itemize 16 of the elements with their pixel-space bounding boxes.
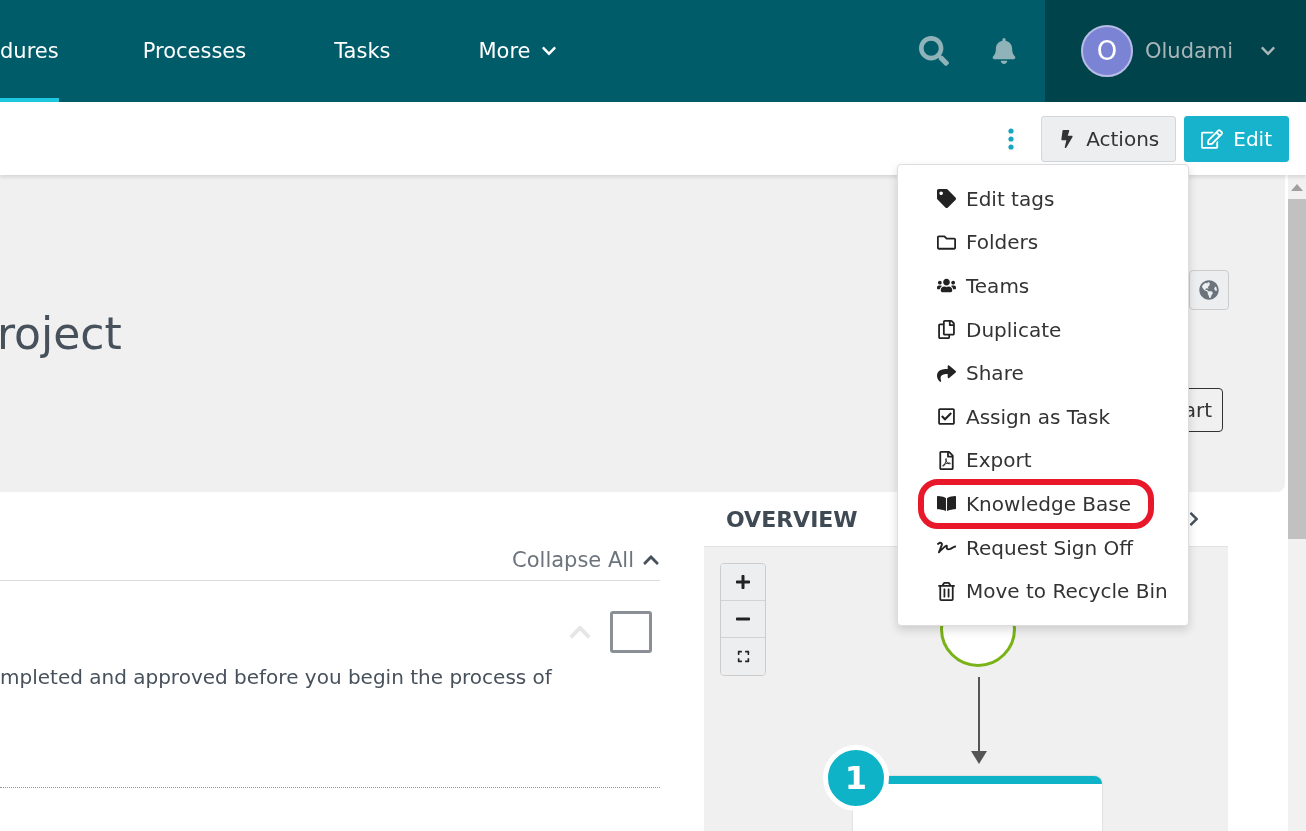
menu-item[interactable]: Edit tags: [898, 177, 1188, 221]
step-number-badge: 1: [823, 745, 889, 811]
page-title: roject: [0, 308, 122, 359]
menu-item[interactable]: Duplicate: [898, 307, 1188, 352]
overview-heading: OVERVIEW: [726, 506, 858, 532]
menu-item[interactable]: Folders: [898, 220, 1188, 265]
step-description: mpleted and approved before you begin the process of: [0, 665, 554, 689]
menu-item[interactable]: Teams: [898, 264, 1188, 308]
collapse-all-link[interactable]: Collapse All: [512, 548, 660, 572]
user-name[interactable]: Oludami: [1145, 39, 1248, 63]
nav-tab[interactable]: Processes: [142, 0, 247, 102]
nav-tab[interactable]: More: [478, 0, 557, 102]
actions-button[interactable]: Actions: [1041, 115, 1177, 162]
menu-item[interactable]: Knowledge Base: [918, 479, 1154, 529]
nav-tab[interactable]: Tasks: [334, 0, 391, 102]
menu-item[interactable]: Move to Recycle Bin: [898, 569, 1188, 613]
